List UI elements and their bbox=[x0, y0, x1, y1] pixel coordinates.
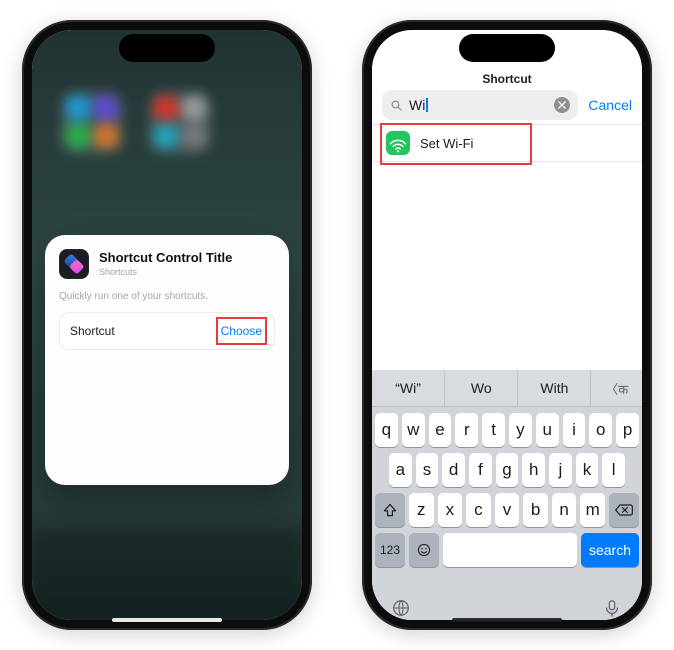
key-p[interactable]: p bbox=[616, 413, 639, 447]
key-row-2: a s d f g h j k l bbox=[375, 453, 639, 487]
results-list: Set Wi-Fi bbox=[372, 124, 642, 162]
wifi-glyph-icon bbox=[389, 137, 407, 155]
suggestion-1[interactable]: “Wi” bbox=[372, 370, 445, 406]
result-set-wifi[interactable]: Set Wi-Fi bbox=[372, 125, 642, 162]
sheet-title: Shortcut Control Title bbox=[99, 251, 232, 266]
key-h[interactable]: h bbox=[522, 453, 545, 487]
key-row-4: 123 search bbox=[375, 533, 639, 567]
key-c[interactable]: c bbox=[466, 493, 491, 527]
key-e[interactable]: e bbox=[429, 413, 452, 447]
key-j[interactable]: j bbox=[549, 453, 572, 487]
shortcuts-glyph-icon bbox=[63, 253, 85, 275]
dynamic-island bbox=[119, 34, 215, 62]
search-key[interactable]: search bbox=[581, 533, 639, 567]
key-z[interactable]: z bbox=[409, 493, 434, 527]
search-icon bbox=[390, 99, 403, 112]
wifi-icon bbox=[386, 131, 410, 155]
suggestion-3[interactable]: With bbox=[518, 370, 591, 406]
key-q[interactable]: q bbox=[375, 413, 398, 447]
sheet-subtitle: Shortcuts bbox=[99, 267, 232, 277]
backspace-key[interactable] bbox=[609, 493, 639, 527]
key-i[interactable]: i bbox=[563, 413, 586, 447]
suggestion-2[interactable]: Wo bbox=[445, 370, 518, 406]
phone-left: Shortcut Control Title Shortcuts Quickly… bbox=[22, 20, 312, 630]
key-l[interactable]: l bbox=[602, 453, 625, 487]
shortcuts-app-icon bbox=[59, 249, 89, 279]
sheet-description: Quickly run one of your shortcuts. bbox=[59, 291, 275, 302]
shortcut-row-label: Shortcut bbox=[70, 324, 115, 338]
app-folder bbox=[60, 90, 124, 154]
key-row-1: q w e r t y u i o p bbox=[375, 413, 639, 447]
key-x[interactable]: x bbox=[438, 493, 463, 527]
home-indicator[interactable] bbox=[452, 618, 562, 622]
software-keyboard: “Wi” Wo With 〈क q w e r t y u i o bbox=[372, 370, 642, 620]
suggestion-lang[interactable]: 〈क bbox=[591, 370, 642, 406]
key-w[interactable]: w bbox=[402, 413, 425, 447]
backspace-icon bbox=[614, 503, 634, 517]
phone-right: Shortcut Wi Cancel bbox=[362, 20, 652, 630]
key-t[interactable]: t bbox=[482, 413, 505, 447]
numbers-key[interactable]: 123 bbox=[375, 533, 405, 567]
key-y[interactable]: y bbox=[509, 413, 532, 447]
screen-left: Shortcut Control Title Shortcuts Quickly… bbox=[32, 30, 302, 620]
suggestion-bar: “Wi” Wo With 〈क bbox=[372, 370, 642, 407]
key-s[interactable]: s bbox=[416, 453, 439, 487]
key-a[interactable]: a bbox=[389, 453, 412, 487]
dock-blur bbox=[32, 528, 302, 620]
key-m[interactable]: m bbox=[580, 493, 605, 527]
globe-icon[interactable] bbox=[391, 598, 411, 618]
dynamic-island bbox=[459, 34, 555, 62]
clear-search-button[interactable] bbox=[554, 97, 570, 113]
shift-icon bbox=[382, 502, 398, 518]
emoji-icon bbox=[416, 542, 432, 558]
key-d[interactable]: d bbox=[442, 453, 465, 487]
shortcut-picker-row[interactable]: Shortcut Choose bbox=[59, 312, 275, 350]
emoji-key[interactable] bbox=[409, 533, 439, 567]
home-icon-folders bbox=[60, 90, 212, 154]
cancel-button[interactable]: Cancel bbox=[588, 97, 632, 113]
key-n[interactable]: n bbox=[552, 493, 577, 527]
result-label: Set Wi-Fi bbox=[420, 136, 473, 151]
mic-icon[interactable] bbox=[601, 599, 623, 617]
x-icon bbox=[558, 101, 566, 109]
choose-button[interactable]: Choose bbox=[219, 320, 264, 342]
key-u[interactable]: u bbox=[536, 413, 559, 447]
key-o[interactable]: o bbox=[589, 413, 612, 447]
nav-title: Shortcut bbox=[372, 72, 642, 86]
key-r[interactable]: r bbox=[455, 413, 478, 447]
search-input-value[interactable]: Wi bbox=[409, 98, 428, 112]
key-v[interactable]: v bbox=[495, 493, 520, 527]
screen-right: Shortcut Wi Cancel bbox=[372, 30, 642, 620]
app-folder bbox=[148, 90, 212, 154]
shift-key[interactable] bbox=[375, 493, 405, 527]
shortcut-config-sheet: Shortcut Control Title Shortcuts Quickly… bbox=[45, 235, 289, 485]
search-field[interactable]: Wi bbox=[382, 90, 578, 120]
key-k[interactable]: k bbox=[576, 453, 599, 487]
key-f[interactable]: f bbox=[469, 453, 492, 487]
key-g[interactable]: g bbox=[496, 453, 519, 487]
key-row-3: z x c v b n m bbox=[375, 493, 639, 527]
home-indicator[interactable] bbox=[112, 618, 222, 622]
space-key[interactable] bbox=[443, 533, 577, 567]
key-b[interactable]: b bbox=[523, 493, 548, 527]
